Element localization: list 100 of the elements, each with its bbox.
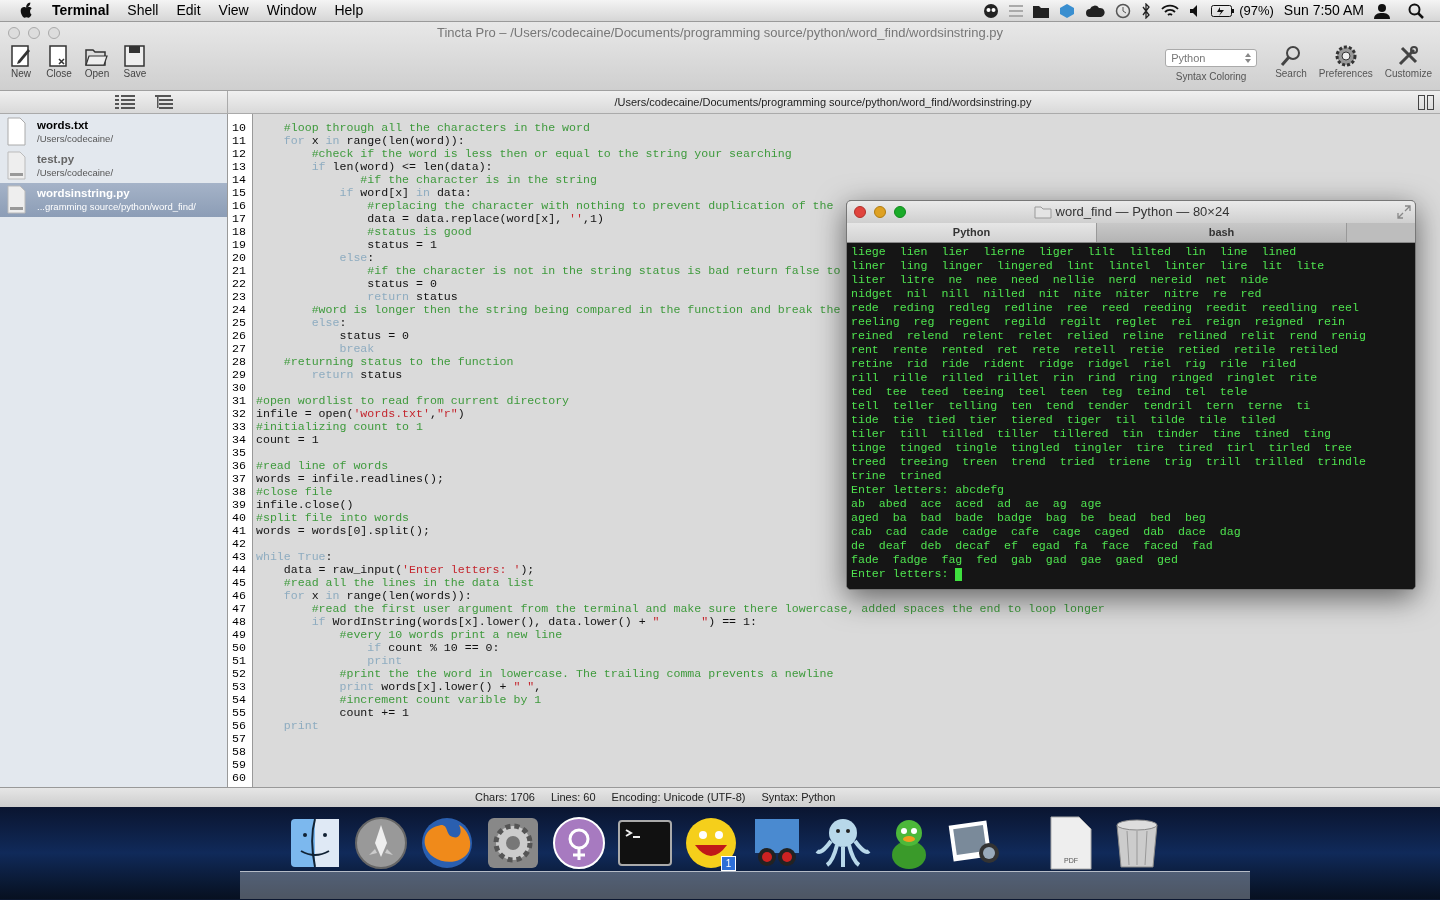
line-number: 11 xyxy=(231,134,246,147)
line-number: 49 xyxy=(231,628,246,641)
terminal-tab[interactable]: Python xyxy=(847,223,1097,242)
terminal-output-line: trine trined xyxy=(851,469,943,483)
line-number: 50 xyxy=(231,641,246,654)
fullscreen-icon[interactable] xyxy=(1397,205,1411,219)
line-number: 31 xyxy=(231,394,246,407)
user-icon[interactable] xyxy=(1374,2,1390,19)
terminal-output-line: rill rille rilled rillet rin rind ring ringed ringlet rite xyxy=(851,371,1319,385)
venus-symbol-icon[interactable] xyxy=(551,815,607,871)
line-number: 26 xyxy=(231,329,246,342)
code-line: words = infile.readlines(); xyxy=(256,472,444,485)
line-number: 25 xyxy=(231,316,246,329)
terminal-tab[interactable]: bash xyxy=(1097,223,1347,242)
code-line: #open wordlist to read from current directory xyxy=(256,394,570,407)
code-line: print xyxy=(366,654,403,667)
bluetooth-icon[interactable] xyxy=(1141,2,1152,19)
file-name: wordsinstring.py xyxy=(37,186,131,200)
line-number: 51 xyxy=(231,654,246,667)
toolbar-button[interactable]: Save xyxy=(120,44,150,80)
file-path: /Users/codecaine/ xyxy=(37,132,114,146)
code-line: words = words[0].split(); xyxy=(256,524,430,537)
syntax-dropdown[interactable]: Python xyxy=(1165,49,1258,67)
split-view-icon[interactable] xyxy=(1418,94,1434,110)
folder-icon[interactable] xyxy=(1033,3,1050,18)
menu-item[interactable]: Shell xyxy=(127,0,159,21)
toolbar-button[interactable]: New xyxy=(6,44,36,80)
terminal-output-line: liter litre ne nee need nellie nerd nereid net nide xyxy=(851,273,1270,287)
code-line: data = raw_input('Enter letters: '); xyxy=(282,563,535,576)
line-number: 52 xyxy=(231,667,246,680)
line-number: 40 xyxy=(231,511,246,524)
search-icon[interactable] xyxy=(1408,2,1424,19)
code-line: while True: xyxy=(256,550,333,563)
file-path: /Users/codecaine/ xyxy=(37,166,114,180)
app-menu[interactable]: Terminal xyxy=(52,0,110,21)
wifi-icon[interactable] xyxy=(1161,3,1180,18)
line-number: 22 xyxy=(231,277,246,290)
minimize-window-icon[interactable] xyxy=(874,206,886,218)
line-number: 54 xyxy=(231,693,246,706)
globe-icon[interactable] xyxy=(419,815,475,871)
line-number: 13 xyxy=(231,160,246,173)
toolbar-button[interactable]: Customize xyxy=(1382,44,1434,80)
line-number: 30 xyxy=(231,381,246,394)
cloud-icon[interactable] xyxy=(1085,3,1106,18)
terminal-output-line: de deaf deb decaf ef egad fa face faced fad xyxy=(851,539,1214,553)
line-number: 46 xyxy=(231,589,246,602)
battery-icon[interactable] xyxy=(1211,4,1236,17)
file-list-item[interactable]: test.py /Users/codecaine/ xyxy=(0,149,227,183)
toolbar-button[interactable]: Search xyxy=(1273,44,1309,80)
code-line: #replacing the character with nothing to prevent duplication of the xyxy=(366,199,834,212)
code-line: infile.close() xyxy=(256,498,354,511)
line-number: 15 xyxy=(231,186,246,199)
code-line: status = 0 xyxy=(366,277,437,290)
terminal-output-line: retine rid ride rident ridge ridgel riel rig rile riled xyxy=(851,357,1298,371)
close-window-icon[interactable] xyxy=(854,206,866,218)
rocket-icon[interactable] xyxy=(353,815,409,871)
file-path: ...gramming source/python/word_find/ xyxy=(37,200,196,214)
menu-item[interactable]: View xyxy=(218,0,249,21)
line-number: 53 xyxy=(231,680,246,693)
terminal-title: word_find — Python — 80×24 xyxy=(1055,203,1230,222)
outline-view-icon[interactable] xyxy=(154,94,173,110)
toolbar-button[interactable]: Close xyxy=(44,44,74,80)
line-number: 55 xyxy=(231,706,246,719)
battery-percentage: (97%) xyxy=(1239,1,1274,20)
terminal-output-line: rede reding redleg redline ree reed reeding reedit reedling reel xyxy=(851,301,1360,315)
toolbar-button[interactable]: Open xyxy=(82,44,112,80)
menu-clock[interactable]: Sun 7:50 AM xyxy=(1283,0,1364,21)
line-number: 23 xyxy=(231,290,246,303)
menu-item[interactable]: Edit xyxy=(176,0,201,21)
line-number: 45 xyxy=(231,576,246,589)
code-line: #initializing count to 1 xyxy=(256,420,423,433)
menu-item[interactable]: Help xyxy=(334,0,364,21)
folder-icon xyxy=(1033,205,1052,219)
file-list-item[interactable]: words.txt /Users/codecaine/ xyxy=(0,115,227,149)
gear-icon[interactable] xyxy=(485,815,541,871)
line-number: 41 xyxy=(231,524,246,537)
code-line: #read line of words xyxy=(256,459,389,472)
line-number: 57 xyxy=(231,732,246,745)
code-line: #if the character is not in the string status is bad return false to xyxy=(366,264,841,277)
code-line: if word[x] in data: xyxy=(338,186,472,199)
code-line: count += 1 xyxy=(338,706,410,719)
terminal-output-line: fade fadge fag fed gab gad gae gaed ged xyxy=(851,553,1179,567)
code-line: #returning status to the function xyxy=(282,355,514,368)
code-line: print words[x].lower() + " ", xyxy=(338,680,542,693)
zoom-window-icon[interactable] xyxy=(894,206,906,218)
toolbar-button[interactable]: Preferences xyxy=(1316,44,1375,80)
clock-icon[interactable] xyxy=(1115,2,1132,19)
line-number: 28 xyxy=(231,355,246,368)
apple-icon[interactable] xyxy=(18,1,34,20)
line-number: 42 xyxy=(231,537,246,550)
terminal-output-line: liner ling linger lingered lint lintel linter lire lit lite xyxy=(851,259,1326,273)
text-cursor xyxy=(955,567,963,581)
terminal-output-line: rent rente rented ret rete retell retie retied retile retiled xyxy=(851,343,1340,357)
code-line: status = 0 xyxy=(338,329,410,342)
file-name: words.txt xyxy=(37,118,90,132)
line-number: 19 xyxy=(231,238,246,251)
list-view-icon[interactable] xyxy=(114,94,135,110)
terminal-output-line: tiler till tilled tiller tillered tin tinder tine tined ting xyxy=(851,427,1333,441)
menu-item[interactable]: Window xyxy=(266,0,317,21)
smiley-icon[interactable] xyxy=(683,815,739,871)
